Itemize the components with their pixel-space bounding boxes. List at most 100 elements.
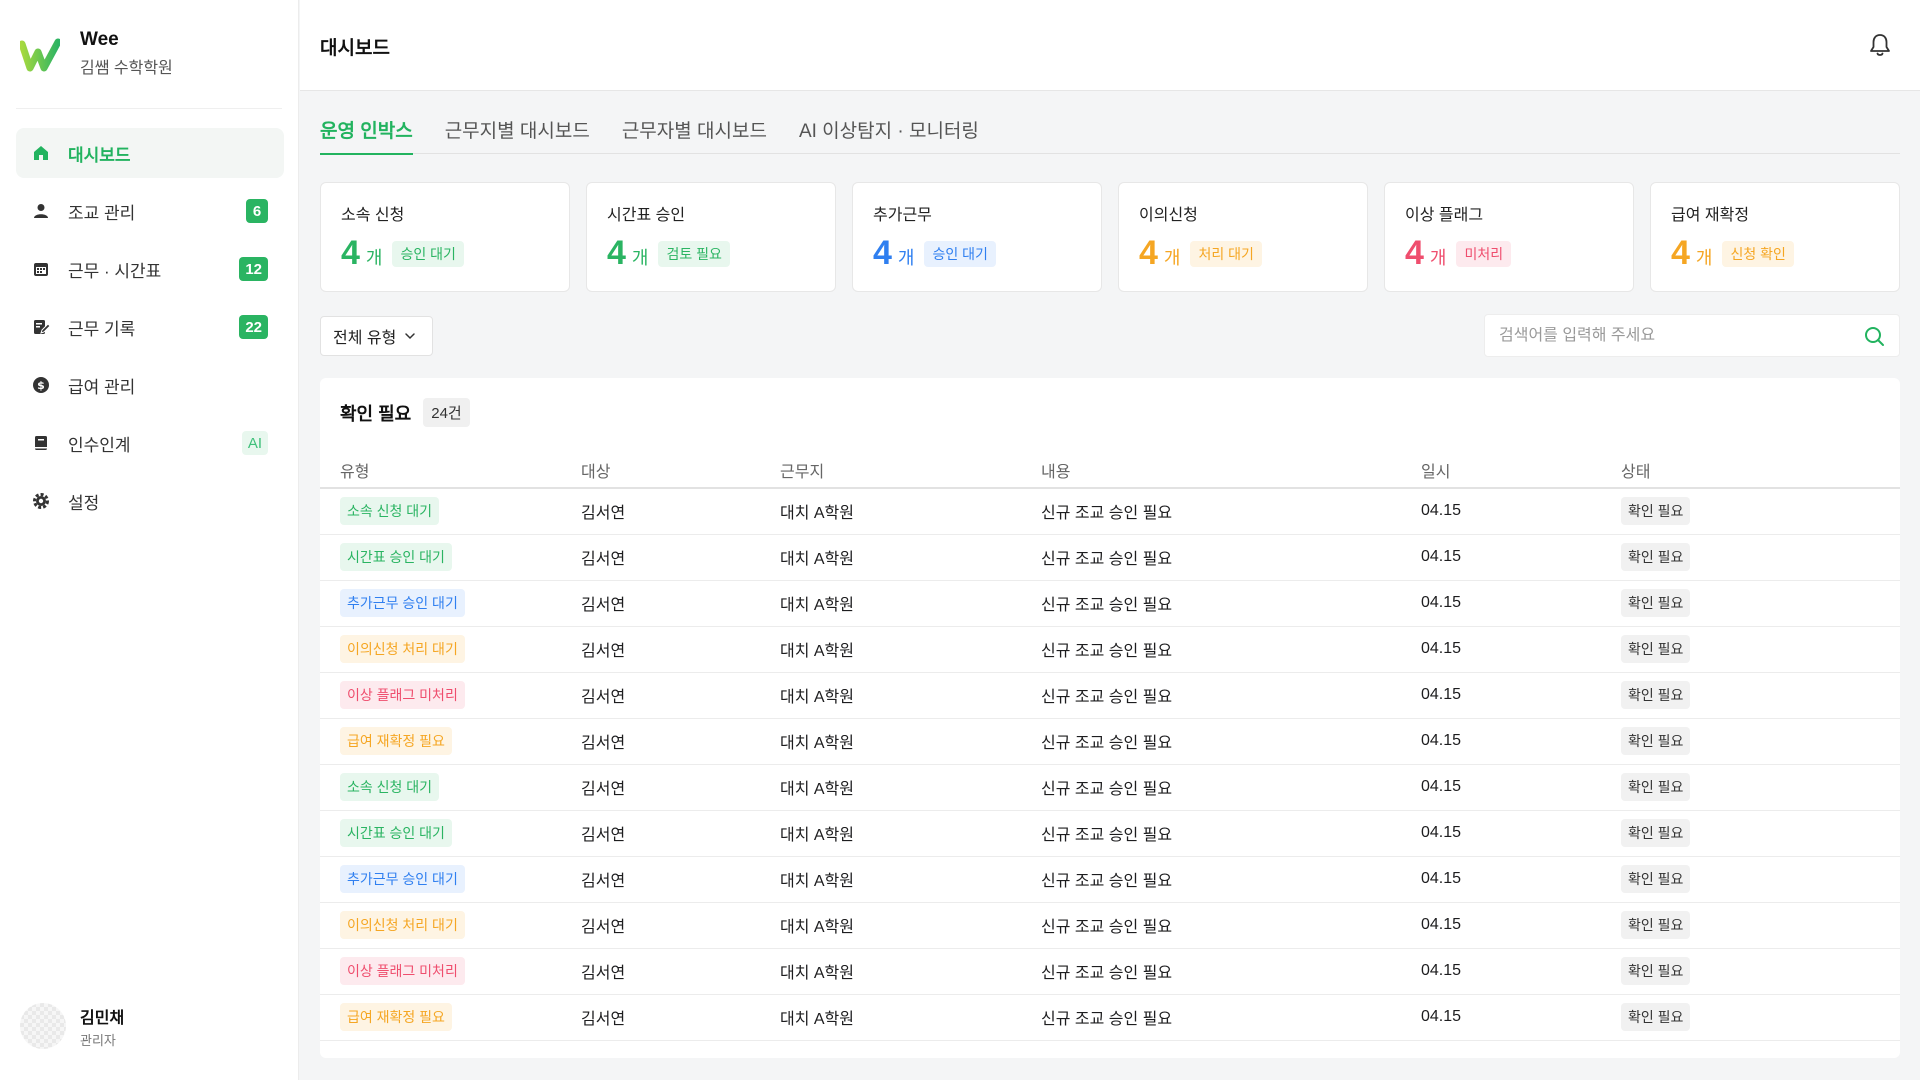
date-cell: 04.15 bbox=[1421, 718, 1621, 765]
sidebar-item-settings[interactable]: 설정 bbox=[16, 476, 284, 526]
sidebar-item-label: 근무 기록 bbox=[68, 319, 136, 339]
card-count: 4 bbox=[341, 234, 360, 272]
content-cell: 신규 조교 승인 필요 bbox=[1041, 994, 1421, 1041]
table-row[interactable]: 소속 신청 대기 김서연 대치 A학원 신규 조교 승인 필요 04.15 확인 필요 bbox=[320, 764, 1900, 811]
date-cell: 04.15 bbox=[1421, 580, 1621, 627]
tab-ai-monitoring[interactable]: AI 이상탐지 · 모니터링 bbox=[799, 118, 979, 154]
search-input[interactable] bbox=[1499, 326, 1863, 345]
date-cell: 04.15 bbox=[1421, 534, 1621, 581]
calendar-icon bbox=[32, 260, 50, 278]
status-tag[interactable]: 확인 필요 bbox=[1621, 865, 1691, 893]
status-tag[interactable]: 확인 필요 bbox=[1621, 1003, 1691, 1031]
column-header-place[interactable]: 근무지 bbox=[780, 448, 1041, 489]
sidebar-item-payroll[interactable]: $ 급여 관리 bbox=[16, 360, 284, 410]
target-cell: 김서연 bbox=[581, 718, 780, 765]
edit-doc-icon bbox=[32, 318, 50, 336]
target-cell: 김서연 bbox=[581, 948, 780, 995]
table-row[interactable]: 시간표 승인 대기 김서연 대치 A학원 신규 조교 승인 필요 04.15 확인 필요 bbox=[320, 810, 1900, 857]
sidebar-item-assistants[interactable]: 조교 관리 6 bbox=[16, 186, 284, 236]
brand[interactable]: Wee 김쌤 수학학원 bbox=[20, 28, 173, 78]
type-tag: 이의신청 처리 대기 bbox=[340, 911, 465, 939]
sidebar-item-schedule[interactable]: 근무 · 시간표 12 bbox=[16, 244, 284, 294]
user-name: 김민채 bbox=[80, 1009, 125, 1027]
summary-card[interactable]: 추가근무 4 개 승인 대기 bbox=[852, 182, 1102, 292]
place-cell: 대치 A학원 bbox=[780, 994, 1041, 1041]
content-cell: 신규 조교 승인 필요 bbox=[1041, 672, 1421, 719]
table-row[interactable]: 추가근무 승인 대기 김서연 대치 A학원 신규 조교 승인 필요 04.15 확인 필요 bbox=[320, 580, 1900, 627]
type-tag: 시간표 승인 대기 bbox=[340, 819, 452, 847]
sidebar-nav: 대시보드 조교 관리 6 근무 · 시간표 12 근무 기록 22 $ 급여 관… bbox=[16, 128, 284, 534]
sidebar-item-label: 설정 bbox=[68, 493, 100, 513]
summary-card[interactable]: 소속 신청 4 개 승인 대기 bbox=[320, 182, 570, 292]
content-cell: 신규 조교 승인 필요 bbox=[1041, 718, 1421, 765]
sidebar-item-label: 급여 관리 bbox=[68, 377, 136, 397]
content-cell: 신규 조교 승인 필요 bbox=[1041, 488, 1421, 535]
table-row[interactable]: 급여 재확정 필요 김서연 대치 A학원 신규 조교 승인 필요 04.15 확인 필요 bbox=[320, 718, 1900, 765]
tab-site-dashboard[interactable]: 근무지별 대시보드 bbox=[445, 118, 590, 154]
date-cell: 04.15 bbox=[1421, 488, 1621, 535]
table-row[interactable]: 급여 재확정 필요 김서연 대치 A학원 신규 조교 승인 필요 04.15 확인 필요 bbox=[320, 994, 1900, 1041]
status-tag[interactable]: 확인 필요 bbox=[1621, 497, 1691, 526]
status-tag[interactable]: 확인 필요 bbox=[1621, 773, 1691, 801]
content-cell: 신규 조교 승인 필요 bbox=[1041, 856, 1421, 903]
content-cell: 신규 조교 승인 필요 bbox=[1041, 626, 1421, 673]
panel-title: 확인 필요 bbox=[340, 403, 412, 424]
summary-card[interactable]: 급여 재확정 4 개 신청 확인 bbox=[1650, 182, 1900, 292]
column-header-content[interactable]: 내용 bbox=[1041, 448, 1421, 489]
status-tag[interactable]: 확인 필요 bbox=[1621, 911, 1691, 939]
card-title: 추가근무 bbox=[873, 207, 932, 224]
status-tag[interactable]: 확인 필요 bbox=[1621, 681, 1691, 709]
tab-ops-inbox[interactable]: 운영 인박스 bbox=[320, 118, 413, 155]
sidebar-item-handover[interactable]: 인수인계 AI bbox=[16, 418, 284, 468]
content-cell: 신규 조교 승인 필요 bbox=[1041, 534, 1421, 581]
brand-subtitle: 김쌤 수학학원 bbox=[80, 60, 173, 77]
type-filter-dropdown[interactable]: 전체 유형 bbox=[320, 316, 433, 356]
target-cell: 김서연 bbox=[581, 994, 780, 1041]
place-cell: 대치 A학원 bbox=[780, 948, 1041, 995]
card-title: 소속 신청 bbox=[341, 207, 405, 224]
column-header-target[interactable]: 대상 bbox=[581, 448, 780, 489]
target-cell: 김서연 bbox=[581, 764, 780, 811]
table-row[interactable]: 이상 플래그 미처리 김서연 대치 A학원 신규 조교 승인 필요 04.15 확인 필요 bbox=[320, 672, 1900, 719]
summary-card[interactable]: 시간표 승인 4 개 검토 필요 bbox=[586, 182, 836, 292]
sidebar-item-work-log[interactable]: 근무 기록 22 bbox=[16, 302, 284, 352]
card-title: 이의신청 bbox=[1139, 207, 1198, 224]
status-tag[interactable]: 확인 필요 bbox=[1621, 819, 1691, 847]
sidebar-item-dashboard[interactable]: 대시보드 bbox=[16, 128, 284, 178]
table-row[interactable]: 시간표 승인 대기 김서연 대치 A학원 신규 조교 승인 필요 04.15 확인 필요 bbox=[320, 534, 1900, 581]
column-header-type[interactable]: 유형 bbox=[320, 448, 581, 489]
status-tag[interactable]: 확인 필요 bbox=[1621, 543, 1691, 571]
count-badge: 22 bbox=[239, 315, 268, 339]
count-badge: 24건 bbox=[423, 398, 470, 427]
search-icon[interactable] bbox=[1863, 325, 1885, 347]
column-header-date[interactable]: 일시 bbox=[1421, 448, 1621, 489]
summary-card[interactable]: 이상 플래그 4 개 미처리 bbox=[1384, 182, 1634, 292]
target-cell: 김서연 bbox=[581, 534, 780, 581]
table-row[interactable]: 추가근무 승인 대기 김서연 대치 A학원 신규 조교 승인 필요 04.15 확인 필요 bbox=[320, 856, 1900, 903]
top-header: 대시보드 bbox=[300, 0, 1920, 91]
date-cell: 04.15 bbox=[1421, 672, 1621, 719]
place-cell: 대치 A학원 bbox=[780, 902, 1041, 949]
tab-worker-dashboard[interactable]: 근무자별 대시보드 bbox=[622, 118, 767, 154]
column-header-status[interactable]: 상태 bbox=[1621, 448, 1900, 489]
table-row[interactable]: 이상 플래그 미처리 김서연 대치 A학원 신규 조교 승인 필요 04.15 확인 필요 bbox=[320, 948, 1900, 995]
bell-icon[interactable] bbox=[1868, 32, 1892, 58]
place-cell: 대치 A학원 bbox=[780, 764, 1041, 811]
status-tag[interactable]: 확인 필요 bbox=[1621, 727, 1691, 755]
card-status-tag: 승인 대기 bbox=[392, 241, 464, 267]
place-cell: 대치 A학원 bbox=[780, 580, 1041, 627]
table-row[interactable]: 이의신청 처리 대기 김서연 대치 A학원 신규 조교 승인 필요 04.15 확인 필요 bbox=[320, 902, 1900, 949]
place-cell: 대치 A학원 bbox=[780, 488, 1041, 535]
table-row[interactable]: 이의신청 처리 대기 김서연 대치 A학원 신규 조교 승인 필요 04.15 확인 필요 bbox=[320, 626, 1900, 673]
status-tag[interactable]: 확인 필요 bbox=[1621, 635, 1691, 663]
user-profile[interactable]: 김민채 관리자 bbox=[20, 1003, 124, 1049]
type-tag: 시간표 승인 대기 bbox=[340, 543, 452, 571]
summary-card[interactable]: 이의신청 4 개 처리 대기 bbox=[1118, 182, 1368, 292]
status-tag[interactable]: 확인 필요 bbox=[1621, 957, 1691, 985]
status-tag[interactable]: 확인 필요 bbox=[1621, 589, 1691, 617]
date-cell: 04.15 bbox=[1421, 948, 1621, 995]
table-row[interactable]: 소속 신청 대기 김서연 대치 A학원 신규 조교 승인 필요 04.15 확인 필요 bbox=[320, 488, 1900, 535]
summary-cards: 소속 신청 4 개 승인 대기 시간표 승인 4 개 검토 필요 추가근무 4 개 승인 대기 이의신청… bbox=[320, 182, 1916, 292]
place-cell: 대치 A학원 bbox=[780, 672, 1041, 719]
target-cell: 김서연 bbox=[581, 626, 780, 673]
